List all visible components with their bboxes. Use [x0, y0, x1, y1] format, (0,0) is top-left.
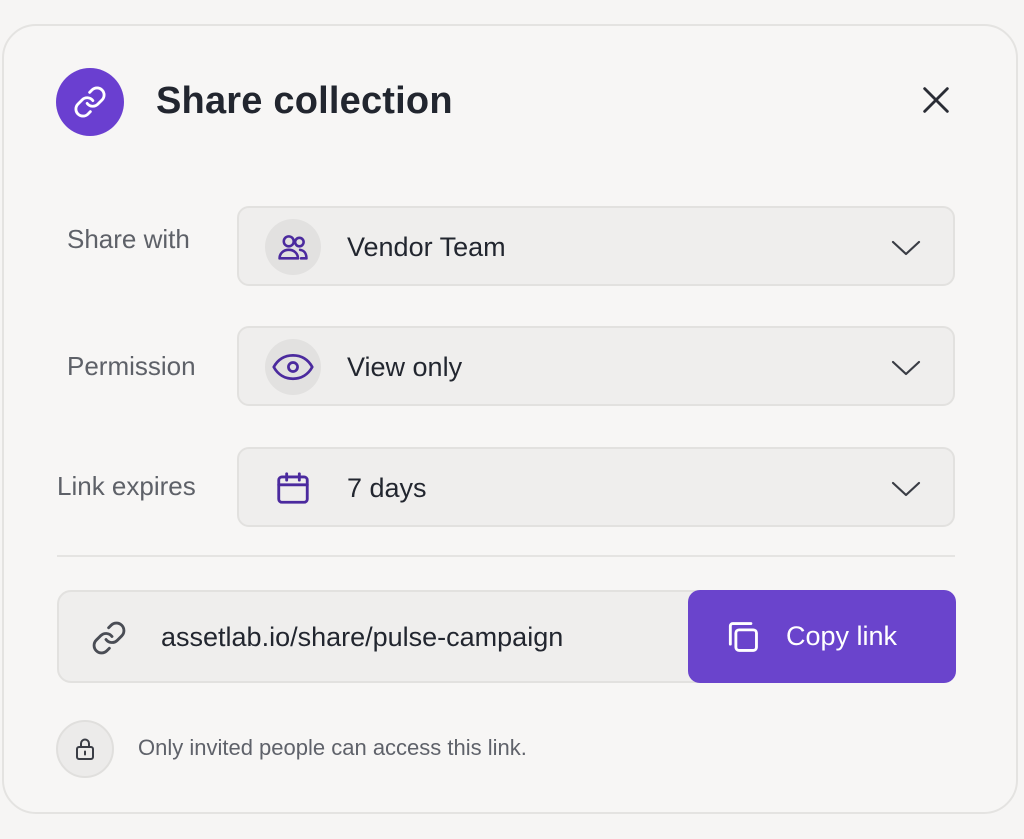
permission-select[interactable]: View only: [237, 326, 955, 406]
share-dialog: [2, 24, 1018, 814]
copy-icon: [724, 617, 762, 657]
lock-icon: [56, 720, 114, 778]
close-icon: [923, 87, 949, 113]
copy-link-label: Copy link: [786, 621, 898, 651]
users-icon: [265, 219, 321, 275]
link-icon: [56, 68, 124, 136]
copy-link-button[interactable]: Copy link: [688, 590, 956, 683]
share-with-value: Vendor Team: [347, 232, 506, 262]
link-icon: [89, 618, 129, 658]
access-note: Only invited people can access this link…: [138, 735, 527, 760]
link-expires-label: Link expires: [57, 471, 196, 501]
close-button[interactable]: [912, 76, 960, 124]
share-with-label: Share with: [67, 224, 190, 254]
chevron-down-icon: [889, 234, 923, 262]
dialog-title: Share collection: [156, 80, 453, 122]
permission-label: Permission: [67, 351, 196, 381]
link-expires-value: 7 days: [347, 473, 427, 503]
share-with-select[interactable]: Vendor Team: [237, 206, 955, 286]
chevron-down-icon: [889, 354, 923, 382]
permission-value: View only: [347, 352, 463, 382]
calendar-icon: [265, 460, 321, 516]
link-expires-select[interactable]: 7 days: [237, 447, 955, 527]
eye-icon: [265, 339, 321, 395]
share-link-url[interactable]: assetlab.io/share/pulse-campaign: [161, 622, 563, 653]
divider: [57, 555, 955, 557]
chevron-down-icon: [889, 475, 923, 503]
